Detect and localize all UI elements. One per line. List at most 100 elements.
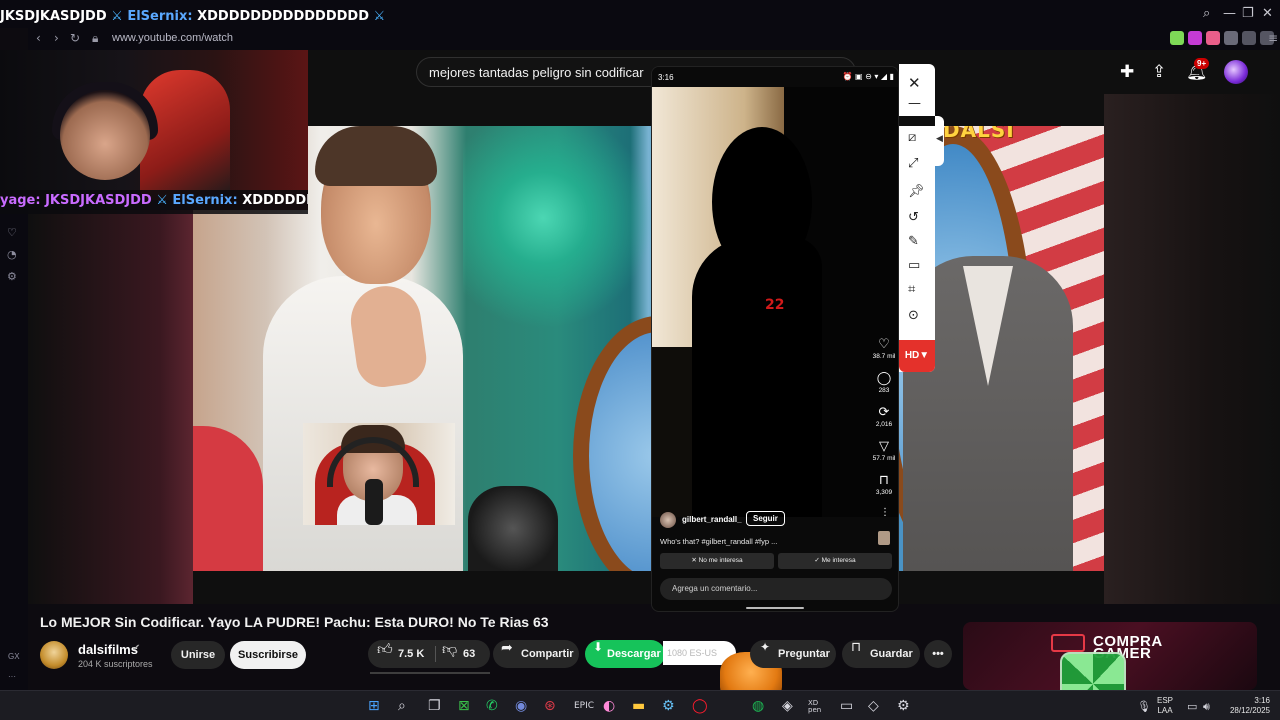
silhouette-body <box>692 237 822 517</box>
dislike-count[interactable]: 63 <box>463 640 475 668</box>
search-input[interactable]: mejores tantadas peligro sin codificar <box>429 65 644 80</box>
download-button[interactable]: ⬇ Descargar <box>585 640 665 668</box>
search-tabs-icon[interactable]: ⌕ <box>1203 6 1210 21</box>
more-icon[interactable]: ··· <box>8 672 16 681</box>
fullscreen-icon[interactable]: ⤢ <box>908 156 918 171</box>
verified-check-icon: ✔ <box>132 643 141 654</box>
app-icon[interactable]: ◐ <box>603 698 615 714</box>
epic-games-icon[interactable]: EPIC <box>574 701 594 711</box>
creator-avatar[interactable] <box>660 512 676 528</box>
network-icon[interactable]: ▭ <box>1187 700 1197 713</box>
menu-icon[interactable]: ≡ <box>1268 31 1278 45</box>
video-caption: Who's that? #gilbert_randall #fyp ... <box>660 537 778 546</box>
follow-button[interactable]: Seguir <box>746 511 785 526</box>
whatsapp-icon[interactable]: ✆ <box>486 698 498 714</box>
forward-icon[interactable]: › <box>54 31 59 45</box>
crop-icon[interactable]: ⌗ <box>908 282 915 297</box>
tiktok-action-rail: ♡ 38.7 mil ◯ 283 ⟳ 2,016 ▽ 57.7 mil ⊓ 3,… <box>870 337 898 507</box>
not-interested-button[interactable]: ✕ No me interesa <box>660 553 774 569</box>
volume-icon[interactable]: 🔊︎ <box>1203 700 1210 714</box>
bookmark-action[interactable]: ⊓ 3,309 <box>870 473 898 507</box>
url-field[interactable]: www.youtube.com/watch <box>112 32 233 44</box>
close-icon[interactable]: ✕ <box>908 74 921 92</box>
back-icon[interactable]: ‹ <box>36 31 41 45</box>
sword-icon: ⚔ <box>156 193 173 208</box>
upload-icon[interactable]: ⇪ <box>1152 62 1166 82</box>
task-view-icon[interactable]: ❐ <box>428 698 441 714</box>
join-button[interactable]: Unirse <box>171 641 225 669</box>
app-icon[interactable]: ◈ <box>782 698 793 714</box>
screenshot-icon[interactable]: ⧄ <box>908 130 916 145</box>
more-options-icon[interactable]: ⋮ <box>880 507 890 518</box>
xdpen-icon[interactable]: XD pen <box>808 700 821 714</box>
record-icon[interactable]: ⊙ <box>908 308 919 323</box>
subscribe-button[interactable]: Suscribirse <box>230 641 306 669</box>
reload-icon[interactable]: ↻ <box>70 31 80 45</box>
phone-status-bar: 3:16 ⏰ ▣ ⊖ ▾ ◢ ▮ <box>652 67 898 87</box>
favorites-icon[interactable]: ♡ <box>7 226 17 239</box>
close-window-button[interactable]: ✕ <box>1262 6 1273 21</box>
share-label: Compartir <box>521 648 574 660</box>
input-language[interactable]: ESP LAA <box>1157 696 1173 716</box>
title-bar: JKSDJKASDJDD ⚔ ElSernix: XDDDDDDDDDDDDDD… <box>0 0 1280 28</box>
minimize-button[interactable]: — <box>1223 6 1236 21</box>
search-icon[interactable]: ⌕ <box>398 698 406 714</box>
ask-button[interactable]: ✦ Preguntar <box>750 640 836 668</box>
stream-chat-line-bottom: yage: JKSDJKASDJDD ⚔ ElSernix: XDDDDDDDD… <box>0 190 308 214</box>
pin-icon[interactable]: 📌︎ <box>908 184 925 199</box>
steam-icon[interactable]: ⚙ <box>662 698 675 714</box>
microphone-tray-icon[interactable]: 🎙︎ <box>1137 700 1151 713</box>
save-button[interactable]: ⊓ Guardar <box>842 640 920 668</box>
extension-icon[interactable] <box>1188 31 1202 45</box>
chevron-left-icon: ◀ <box>936 134 943 144</box>
thumbs-down-icon[interactable]: 👎︎ <box>442 640 457 659</box>
interested-button[interactable]: ✓ Me interesa <box>778 553 892 569</box>
stage-element <box>193 426 263 571</box>
discord-icon[interactable]: ◉ <box>515 698 527 714</box>
minimize-icon[interactable]: — <box>908 96 921 111</box>
phone-mirror-window[interactable]: 3:16 ⏰ ▣ ⊖ ▾ ◢ ▮ 22 ♡ 38.7 mil ◯ 283 ⟳ 2… <box>651 66 899 612</box>
opera-gx-icon[interactable]: ◯ <box>692 698 708 714</box>
file-explorer-icon[interactable]: ▬ <box>632 698 645 714</box>
settings-gear-icon[interactable]: ⚙ <box>897 698 910 714</box>
extension-icon[interactable] <box>1242 31 1256 45</box>
clock[interactable]: 3:16 28/12/2025 <box>1228 696 1270 716</box>
toolbar-collapse-tab[interactable]: ◀ <box>935 116 944 166</box>
extension-icon[interactable] <box>1206 31 1220 45</box>
channel-avatar[interactable] <box>40 641 68 669</box>
share-button[interactable]: ➦ Compartir <box>493 640 579 668</box>
history-icon[interactable]: ◔ <box>7 248 17 261</box>
bookmark-save-icon: ⊓ <box>851 640 862 655</box>
spotify-icon[interactable]: ◍ <box>752 698 764 714</box>
more-actions-button[interactable]: ••• <box>924 640 952 668</box>
pen-icon[interactable]: ✎ <box>908 234 919 249</box>
hd-quality-button[interactable]: HD▼ <box>899 340 935 372</box>
app-icon[interactable]: ▭ <box>840 698 853 714</box>
settings-icon[interactable]: ⚙ <box>7 270 17 283</box>
rotate-icon[interactable]: ↺ <box>908 210 919 225</box>
windows-start-icon[interactable]: ⊞ <box>368 698 380 714</box>
app-icon[interactable]: ◇ <box>868 698 879 714</box>
thumbs-up-icon[interactable]: 👍︎ <box>377 640 393 659</box>
repost-action[interactable]: ⟳ 2,016 <box>870 405 898 439</box>
share-action[interactable]: ▽ 57.7 mil <box>870 439 898 473</box>
extensions-puzzle-icon[interactable] <box>1224 31 1238 45</box>
more-horizontal-icon: ••• <box>932 648 944 660</box>
comment-action[interactable]: ◯ 283 <box>870 371 898 405</box>
comment-input[interactable]: Agrega un comentario... <box>660 578 892 600</box>
extension-icon[interactable] <box>1170 31 1184 45</box>
like-action[interactable]: ♡ 38.7 mil <box>870 337 898 371</box>
clock-time: 3:16 <box>1254 696 1270 705</box>
window-icon[interactable]: ▭ <box>908 258 920 273</box>
maximize-button[interactable]: ❐ <box>1242 6 1254 21</box>
sound-thumbnail[interactable] <box>878 531 890 545</box>
like-count[interactable]: 7.5 K <box>398 640 424 668</box>
creator-username[interactable]: gilbert_randall_ <box>682 515 742 524</box>
xbox-icon[interactable]: ⊠ <box>458 698 470 714</box>
download-arrow-icon: ⬇ <box>593 640 604 654</box>
tiktok-video[interactable]: 22 <box>652 87 898 517</box>
account-avatar[interactable] <box>1224 60 1248 84</box>
app-icon[interactable]: ⊛ <box>544 698 556 714</box>
channel-name[interactable]: dalsifilms <box>78 642 138 657</box>
create-icon[interactable]: ✚ <box>1120 62 1134 82</box>
